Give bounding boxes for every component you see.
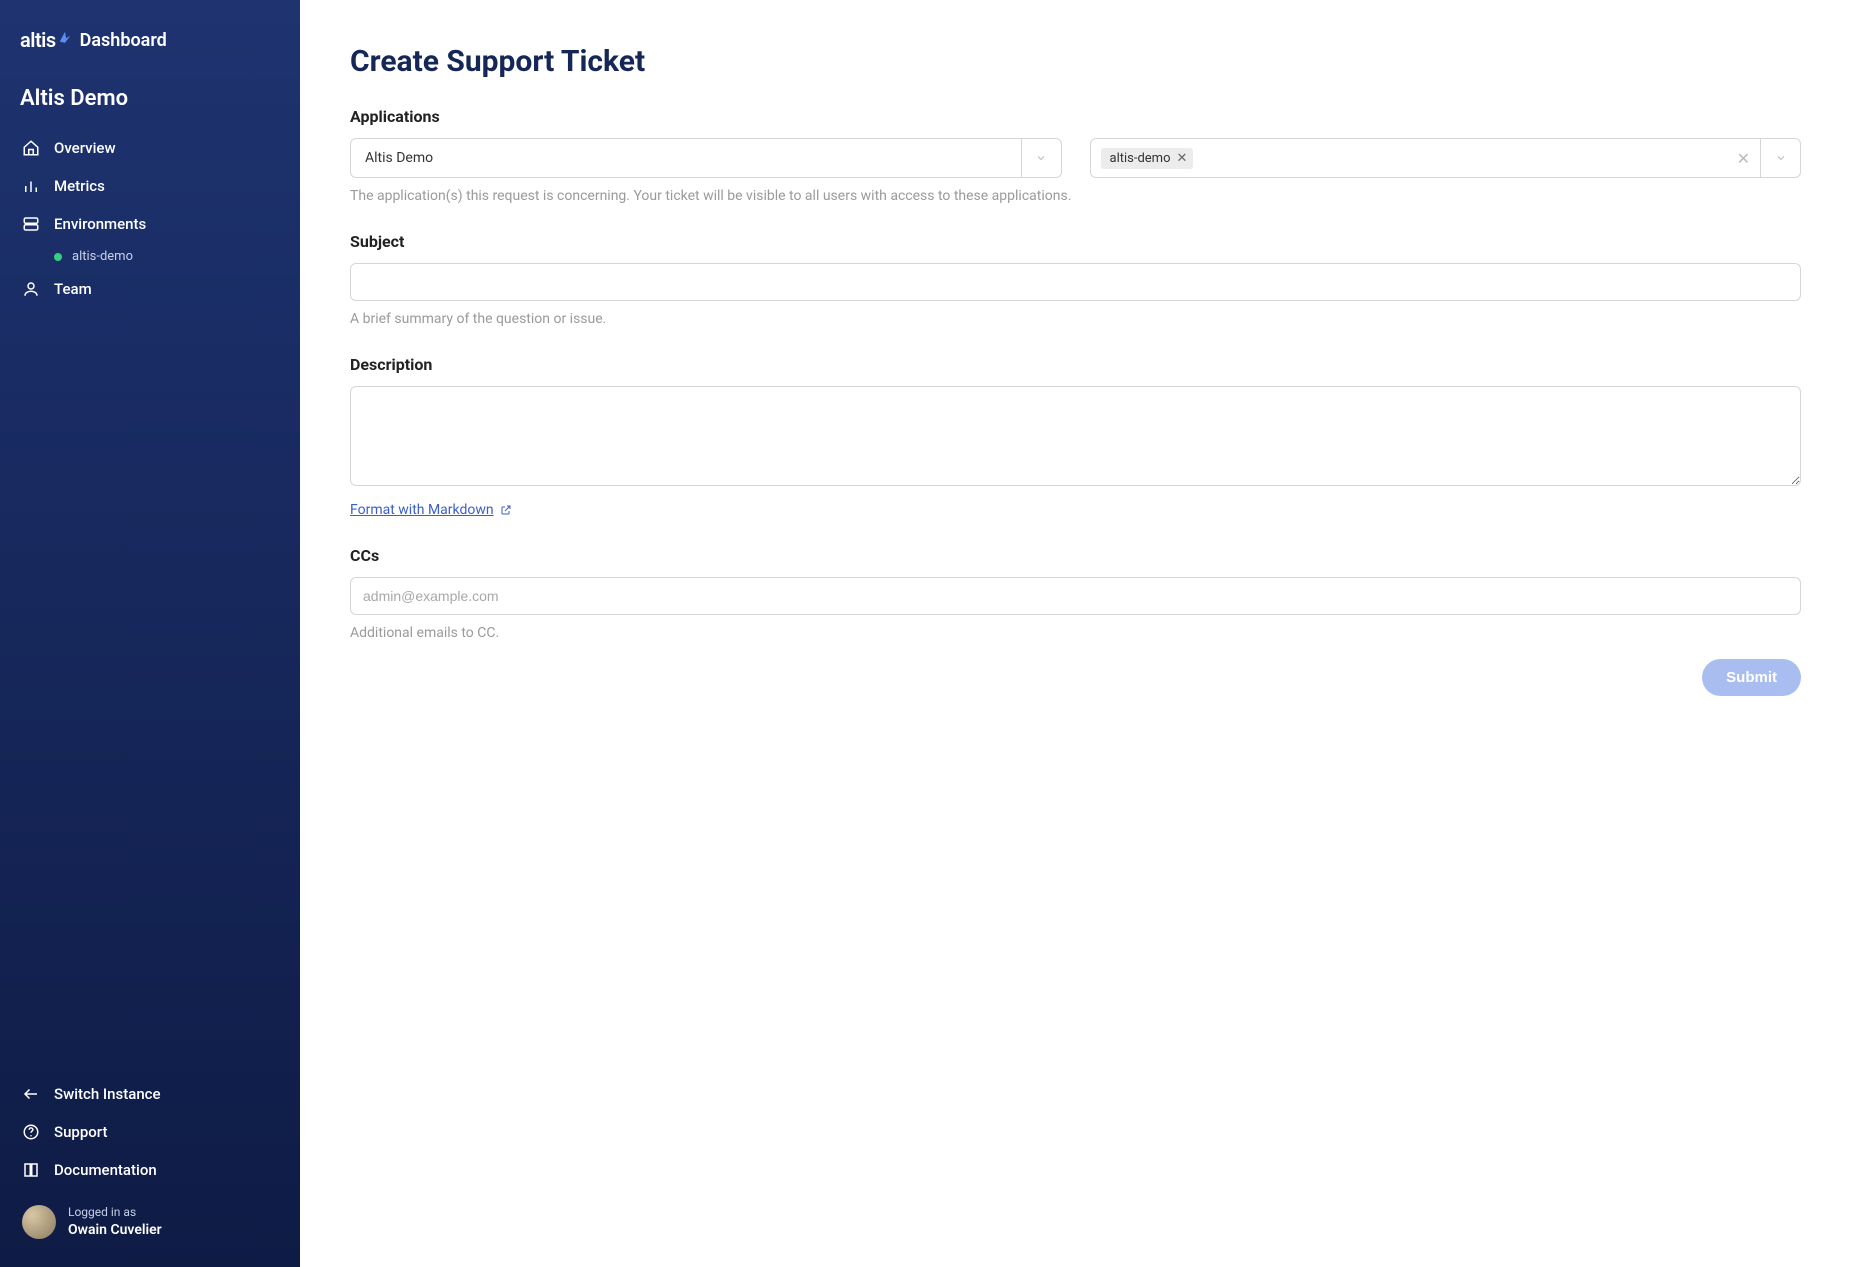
tag-chip-label: altis-demo	[1110, 151, 1171, 166]
logged-in-as-label: Logged in as	[68, 1205, 162, 1221]
help-circle-icon	[22, 1123, 40, 1141]
ccs-group: CCs Additional emails to CC.	[350, 546, 1801, 641]
tag-chip: altis-demo ✕	[1101, 148, 1194, 169]
nav-environments[interactable]: Environments	[0, 205, 300, 243]
subject-input[interactable]	[350, 263, 1801, 301]
page-title: Create Support Ticket	[350, 44, 1801, 79]
chevron-down-icon	[1760, 139, 1800, 177]
markdown-link[interactable]: Format with Markdown	[350, 502, 512, 518]
markdown-link-label: Format with Markdown	[350, 502, 494, 518]
nav-label: Team	[54, 280, 92, 298]
applications-label: Applications	[350, 107, 1801, 126]
nav-metrics[interactable]: Metrics	[0, 167, 300, 205]
nav-label: Metrics	[54, 177, 105, 195]
description-label: Description	[350, 355, 1801, 374]
server-icon	[22, 215, 40, 233]
brand-mark-icon	[58, 30, 72, 44]
ccs-help: Additional emails to CC.	[350, 625, 1801, 641]
brand-logo: altis	[20, 28, 72, 52]
nav-overview[interactable]: Overview	[0, 129, 300, 167]
application-select[interactable]: Altis Demo	[350, 138, 1062, 178]
home-icon	[22, 139, 40, 157]
application-select-value: Altis Demo	[351, 150, 447, 166]
brand-logo-text: altis	[20, 28, 56, 52]
external-link-icon	[500, 504, 512, 516]
ccs-label: CCs	[350, 546, 1801, 565]
chip-list: altis-demo ✕	[1091, 148, 1727, 169]
user-icon	[22, 280, 40, 298]
nav-documentation[interactable]: Documentation	[0, 1151, 300, 1189]
subject-group: Subject A brief summary of the question …	[350, 232, 1801, 327]
user-name: Owain Cuvelier	[68, 1221, 162, 1239]
user-meta: Logged in as Owain Cuvelier	[68, 1205, 162, 1239]
sidebar: altis Dashboard Altis Demo Overview Metr…	[0, 0, 300, 1267]
nav-label: Environments	[54, 215, 146, 233]
description-group: Description Format with Markdown	[350, 355, 1801, 518]
user-block[interactable]: Logged in as Owain Cuvelier	[0, 1189, 300, 1247]
nav-switch-instance[interactable]: Switch Instance	[0, 1075, 300, 1113]
description-textarea[interactable]	[350, 386, 1801, 486]
submit-button[interactable]: Submit	[1702, 659, 1801, 696]
nav-label: Documentation	[54, 1161, 157, 1179]
workspace-name: Altis Demo	[0, 76, 300, 129]
chip-remove-icon[interactable]: ✕	[1177, 152, 1188, 165]
chevron-down-icon	[1021, 139, 1061, 177]
primary-nav: Overview Metrics Environments altis-demo…	[0, 129, 300, 308]
brand-title: Dashboard	[80, 30, 167, 51]
nav-team[interactable]: Team	[0, 270, 300, 308]
status-dot-icon	[54, 253, 62, 261]
brand: altis Dashboard	[0, 20, 300, 76]
sidebar-bottom: Switch Instance Support Documentation Lo…	[0, 1075, 300, 1247]
nav-support[interactable]: Support	[0, 1113, 300, 1151]
nav-sub-label: altis-demo	[72, 249, 133, 264]
nav-label: Switch Instance	[54, 1085, 161, 1103]
clear-tags-icon[interactable]: ✕	[1727, 149, 1760, 168]
book-icon	[22, 1161, 40, 1179]
subject-help: A brief summary of the question or issue…	[350, 311, 1801, 327]
main-content: Create Support Ticket Applications Altis…	[300, 0, 1851, 1267]
avatar	[22, 1205, 56, 1239]
nav-environment-sub[interactable]: altis-demo	[0, 243, 300, 270]
nav-label: Support	[54, 1123, 107, 1141]
applications-help: The application(s) this request is conce…	[350, 188, 1801, 204]
subject-label: Subject	[350, 232, 1801, 251]
application-tags-select[interactable]: altis-demo ✕ ✕	[1090, 138, 1802, 178]
nav-label: Overview	[54, 139, 116, 157]
applications-group: Applications Altis Demo altis-demo ✕ ✕	[350, 107, 1801, 204]
ccs-input[interactable]	[350, 577, 1801, 615]
bar-chart-icon	[22, 177, 40, 195]
arrow-left-icon	[22, 1085, 40, 1103]
